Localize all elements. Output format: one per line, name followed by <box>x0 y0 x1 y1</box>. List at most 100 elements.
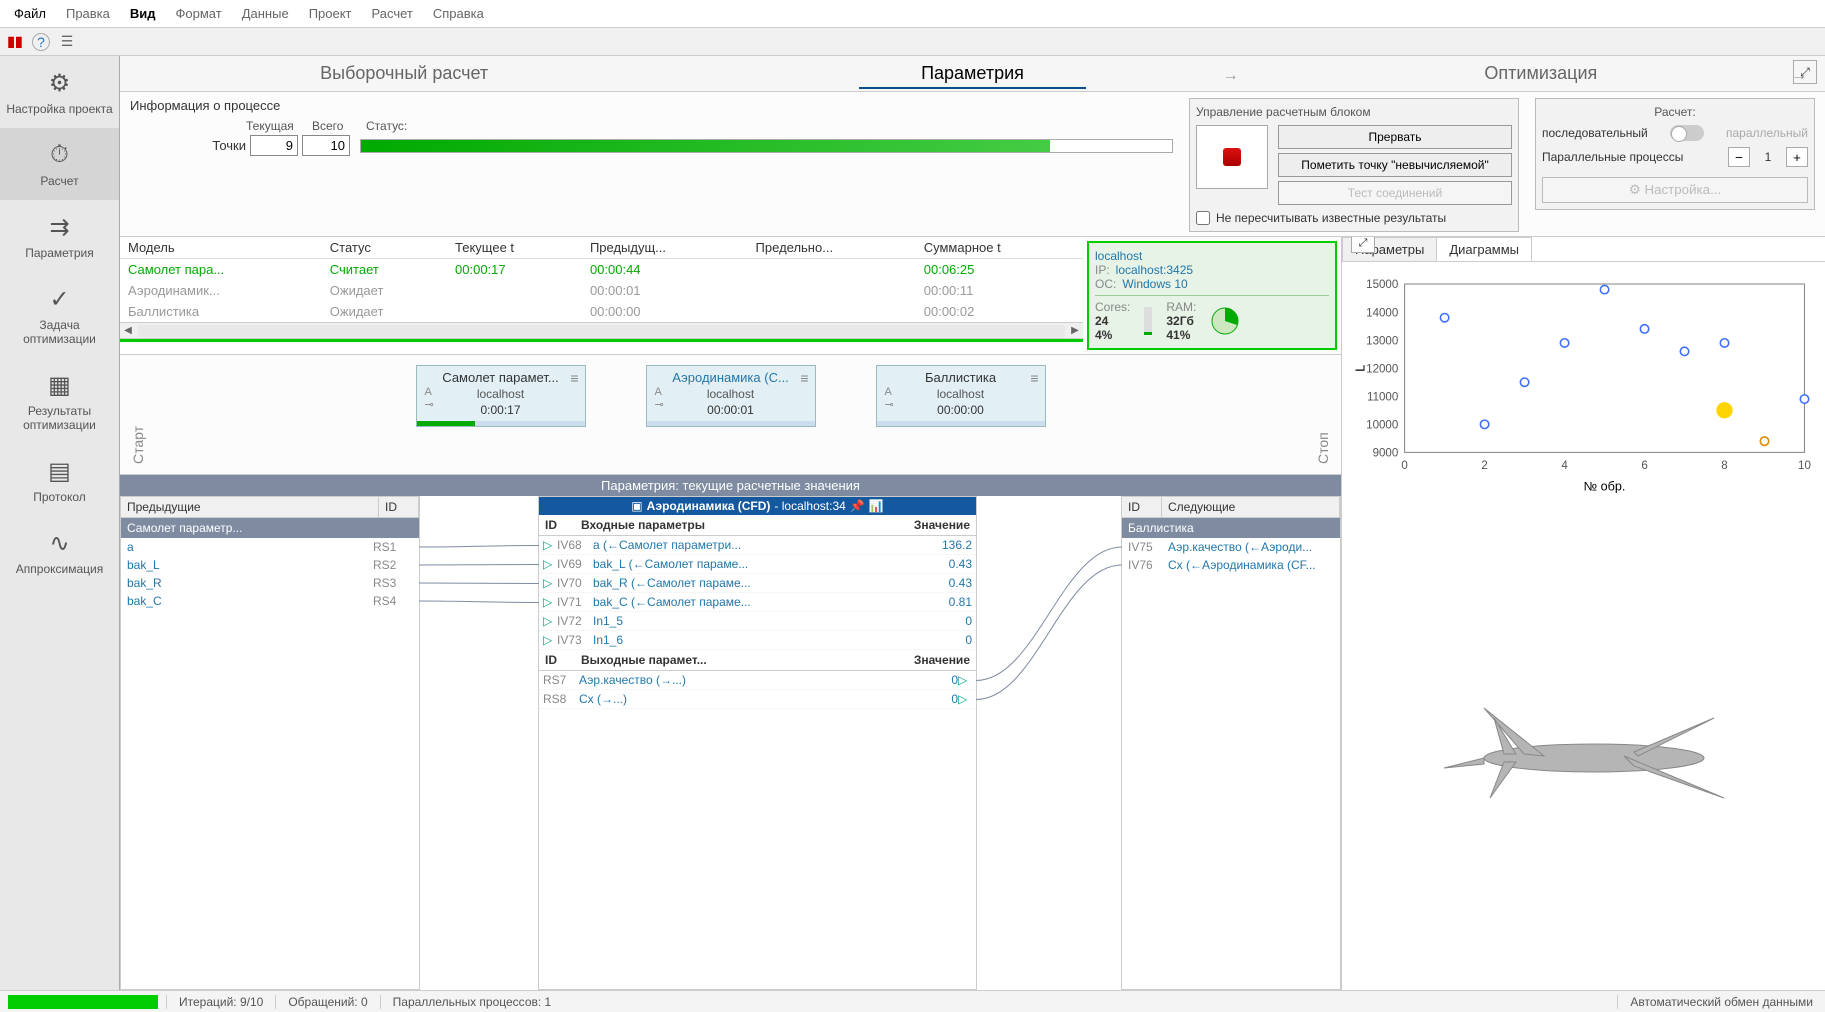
flow-card[interactable]: ≡ Самолет парамет... А⊸ localhost 0:00:1… <box>416 365 586 427</box>
sidebar-icon: ⇉ <box>40 212 80 242</box>
menu-данные[interactable]: Данные <box>232 2 299 25</box>
abort-button[interactable]: Прервать <box>1278 125 1512 149</box>
col-header[interactable]: Модель <box>120 237 322 259</box>
sidebar-item-Аппроксимация[interactable]: ∿Аппроксимация <box>0 516 119 588</box>
col-header[interactable]: Текущее t <box>447 237 582 259</box>
col-header[interactable]: Предельно... <box>748 237 916 259</box>
list-item[interactable]: IV76Cx (←Аэродинамика (CF... <box>1122 556 1340 574</box>
flow-card[interactable]: ≡ Аэродинамика (С... А⊸ localhost 00:00:… <box>646 365 816 427</box>
aircraft-3d-view[interactable] <box>1342 506 1825 990</box>
list-item[interactable]: bak_RRS3 <box>121 574 419 592</box>
tab-Параметрия[interactable]: Параметрия→ <box>688 59 1256 88</box>
model-table: МодельСтатусТекущее tПредыдущ...Предельн… <box>120 237 1083 354</box>
svg-text:2: 2 <box>1481 460 1487 472</box>
sidebar-item-Настройка-проекта[interactable]: ⚙Настройка проекта <box>0 56 119 128</box>
chevron-right-icon: → <box>1223 67 1239 85</box>
menu-справка[interactable]: Справка <box>423 2 494 25</box>
points-label: Точки <box>186 138 246 153</box>
svg-text:14000: 14000 <box>1366 307 1398 319</box>
sidebar-icon: ▦ <box>40 370 80 400</box>
current-point-input[interactable] <box>250 135 298 156</box>
sidebar-icon: ⏱ <box>40 140 80 170</box>
list-item[interactable]: ▷IV73In1_60 <box>539 631 976 650</box>
menu-проект[interactable]: Проект <box>299 2 362 25</box>
expand-host-icon[interactable]: ⤢ <box>1351 237 1375 253</box>
list-item[interactable]: RS7Аэр.качество (→...)0▷ <box>539 671 976 690</box>
help-icon[interactable]: ? <box>32 33 50 51</box>
tab-diagrams[interactable]: Диаграммы <box>1436 237 1532 261</box>
param-section-title: Параметрия: текущие расчетные значения <box>120 475 1341 496</box>
list-item[interactable]: ▷IV68a (←Самолет параметри...136.2 <box>539 536 976 555</box>
triangle-icon: ▷ <box>543 557 557 571</box>
list-item[interactable]: RS8Cx (→...)0▷ <box>539 690 976 709</box>
document-icon[interactable]: ☰ <box>58 33 76 51</box>
toolbar: ▮▮ ? ☰ <box>0 28 1825 56</box>
param-detail-row: Предыдущие ID Самолет параметр... aRS1ba… <box>120 496 1341 990</box>
tab-Оптимизация[interactable]: Оптимизация→ <box>1257 59 1825 88</box>
table-row[interactable]: БаллистикаОжидает00:00:0000:00:02 <box>120 301 1083 322</box>
sidebar-icon: ▤ <box>40 456 80 486</box>
parallel-plus[interactable]: + <box>1786 147 1808 167</box>
sidebar-icon: ✓ <box>40 284 80 314</box>
col-header[interactable]: Суммарное t <box>916 237 1083 259</box>
flow-card[interactable]: ≡ Баллистика А⊸ localhost 00:00:00 <box>876 365 1046 427</box>
total-points-input[interactable] <box>302 135 350 156</box>
menu-расчет[interactable]: Расчет <box>362 2 423 25</box>
menu-файл[interactable]: Файл <box>4 2 56 25</box>
mark-uncomputable-button[interactable]: Пометить точку "невычисляемой" <box>1278 153 1512 177</box>
list-item[interactable]: aRS1 <box>121 538 419 556</box>
tab-Выборочный расчет[interactable]: Выборочный расчет <box>120 59 688 88</box>
list-item[interactable]: ▷IV70bak_R (←Самолет параме...0.43 <box>539 574 976 593</box>
menu-формат[interactable]: Формат <box>166 2 232 25</box>
pause-icon[interactable]: ▮▮ <box>6 33 24 51</box>
menubar: ФайлПравкаВидФорматДанныеПроектРасчетСпр… <box>0 0 1825 28</box>
stop-button[interactable] <box>1196 125 1268 189</box>
list-item[interactable]: bak_CRS4 <box>121 592 419 610</box>
no-recompute-checkbox[interactable] <box>1196 211 1210 225</box>
svg-text:10000: 10000 <box>1366 420 1398 432</box>
calc-mode-block: Расчет: последовательный параллельный Па… <box>1535 98 1815 210</box>
menu-вид[interactable]: Вид <box>120 2 166 25</box>
svg-text:0: 0 <box>1401 460 1407 472</box>
triangle-icon: ▷ <box>543 576 557 590</box>
table-row[interactable]: Аэродинамик...Ожидает00:00:0100:00:11 <box>120 280 1083 301</box>
parallel-minus[interactable]: − <box>1728 147 1750 167</box>
list-item[interactable]: ▷IV71bak_C (←Самолет параме...0.81 <box>539 593 976 612</box>
triangle-icon: ▷ <box>958 673 972 687</box>
sidebar-item-Параметрия[interactable]: ⇉Параметрия <box>0 200 119 272</box>
status-parallel: Параллельных процессов: 1 <box>380 995 564 1009</box>
list-item[interactable]: bak_LRS2 <box>121 556 419 574</box>
host-card[interactable]: localhost IP:localhost:3425 ОС:Windows 1… <box>1087 241 1337 350</box>
collapse-icon[interactable]: ⤢ <box>1793 60 1817 84</box>
scatter-chart: 9000100001100012000130001400015000024681… <box>1342 262 1825 506</box>
pin-icon[interactable]: 📌 <box>850 499 865 513</box>
col-header[interactable]: Предыдущ... <box>582 237 748 259</box>
table-row[interactable]: Самолет пара...Считает00:00:1700:00:4400… <box>120 259 1083 281</box>
chart-icon[interactable]: 📊 <box>869 499 884 513</box>
list-item[interactable]: ▷IV72In1_50 <box>539 612 976 631</box>
menu-правка[interactable]: Правка <box>56 2 120 25</box>
status-progress <box>360 139 1173 153</box>
card-menu-icon[interactable]: ≡ <box>1030 370 1038 386</box>
svg-text:L: L <box>1354 365 1368 372</box>
table-scrollbar[interactable]: ◀▶ <box>120 322 1083 338</box>
right-panel: Параметры Диаграммы 90001000011000120001… <box>1341 237 1825 990</box>
card-menu-icon[interactable]: ≡ <box>800 370 808 386</box>
triangle-icon: ▷ <box>958 692 972 706</box>
list-item[interactable]: ▷IV69bak_L (←Самолет параме...0.43 <box>539 555 976 574</box>
sidebar-item-Результаты-оптимизации[interactable]: ▦Результаты оптимизации <box>0 358 119 444</box>
calc-mode-toggle[interactable] <box>1670 125 1704 141</box>
col-header[interactable]: Статус <box>322 237 447 259</box>
svg-text:№ обр.: № обр. <box>1584 479 1626 493</box>
list-item[interactable]: IV75Аэр.качество (←Аэроди... <box>1122 538 1340 556</box>
statusbar: Итераций: 9/10 Обращений: 0 Параллельных… <box>0 990 1825 1012</box>
sidebar-item-Расчет[interactable]: ⏱Расчет <box>0 128 119 200</box>
cube-icon: ▣ <box>631 499 642 513</box>
svg-text:4: 4 <box>1561 460 1568 472</box>
sidebar-item-Задача-оптимизации[interactable]: ✓Задача оптимизации <box>0 272 119 358</box>
sidebar-icon: ∿ <box>40 528 80 558</box>
process-title: Информация о процессе <box>130 98 1173 113</box>
sidebar-item-Протокол[interactable]: ▤Протокол <box>0 444 119 516</box>
svg-text:6: 6 <box>1641 460 1647 472</box>
card-menu-icon[interactable]: ≡ <box>570 370 578 386</box>
